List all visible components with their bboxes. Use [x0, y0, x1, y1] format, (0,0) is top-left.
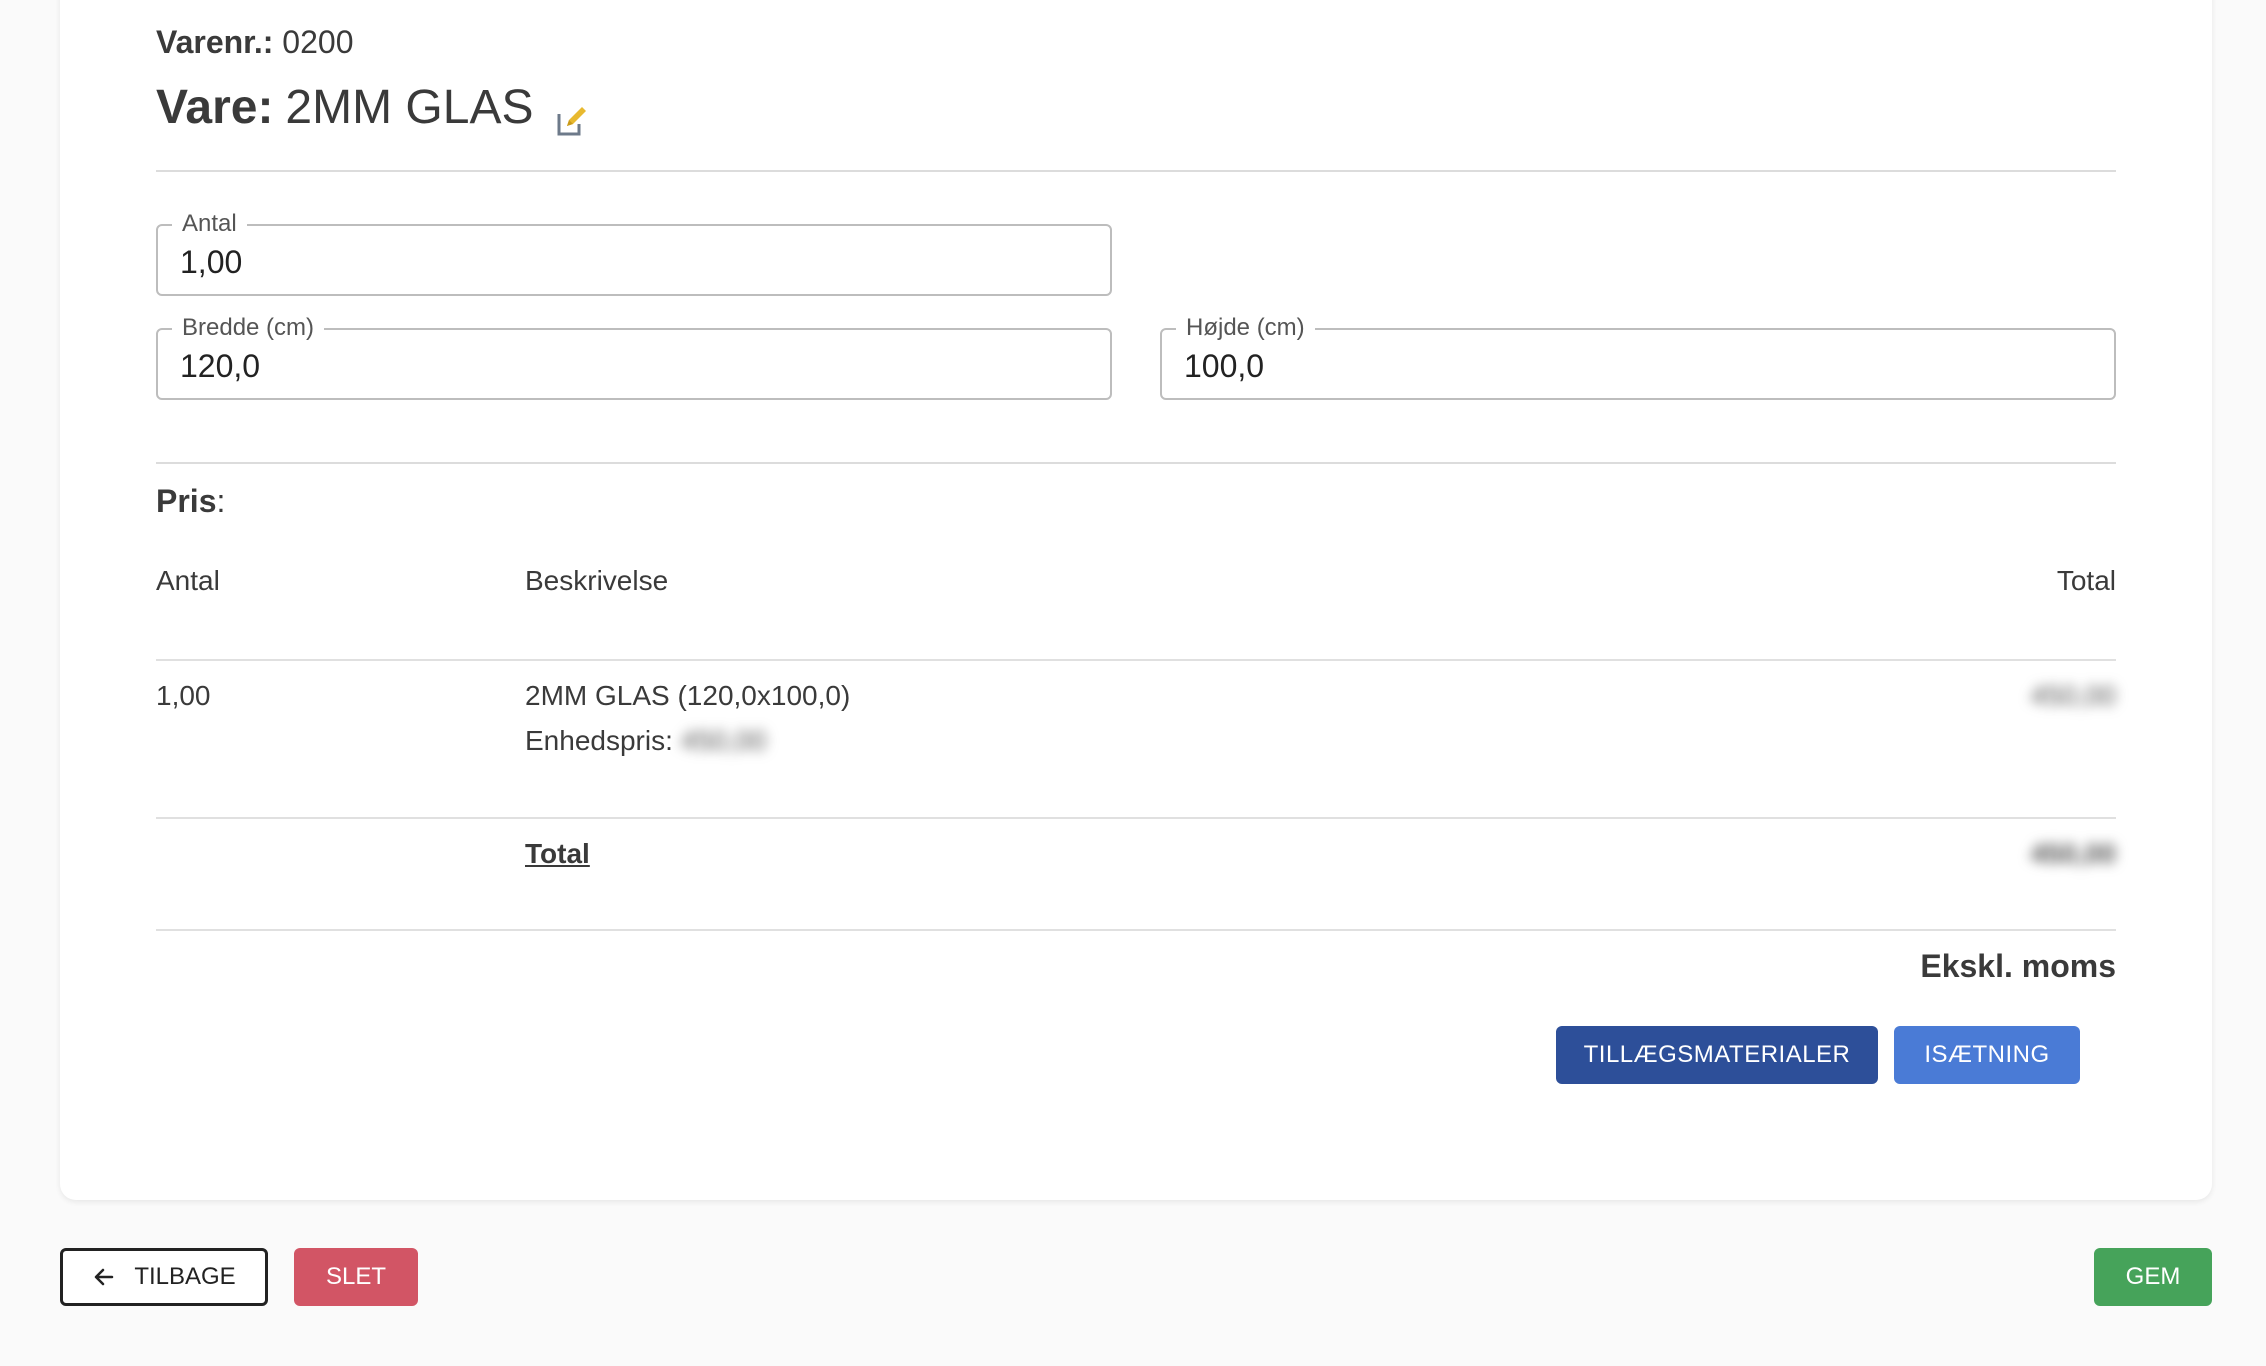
- antal-input[interactable]: [180, 244, 1037, 281]
- antal-field[interactable]: Antal: [156, 210, 1112, 296]
- divider: [156, 462, 2116, 464]
- bredde-field-label: Bredde (cm): [172, 314, 325, 342]
- hojde-field-label: Højde (cm): [1176, 314, 1315, 342]
- price-title-label: Pris: [156, 483, 217, 519]
- divider: [156, 170, 2116, 172]
- divider: [156, 659, 2116, 661]
- price-title-colon: :: [216, 483, 226, 519]
- divider: [156, 929, 2116, 931]
- row-total: 450,00: [2030, 680, 2116, 711]
- item-number: Varenr.: 0200: [156, 24, 353, 61]
- enhedspris-value: 450,00: [680, 725, 767, 756]
- bredde-input[interactable]: [180, 348, 1037, 385]
- hojde-input[interactable]: [1184, 348, 2041, 385]
- installation-button[interactable]: ISÆTNING: [1894, 1026, 2080, 1084]
- delete-button[interactable]: SLET: [294, 1248, 418, 1306]
- arrow-left-icon: [92, 1265, 116, 1289]
- pencil-edit-icon[interactable]: [555, 95, 589, 135]
- item-number-label: Varenr.:: [156, 24, 274, 60]
- enhedspris-label: Enhedspris:: [525, 725, 673, 756]
- row-beskrivelse: 2MM GLAS (120,0x100,0): [525, 680, 851, 711]
- item-title-label: Vare:: [156, 81, 274, 134]
- column-header-antal: Antal: [156, 565, 220, 596]
- column-header-total: Total: [2056, 565, 2116, 596]
- back-button-label: TILBAGE: [134, 1263, 236, 1290]
- antal-field-label: Antal: [172, 210, 247, 238]
- column-header-beskrivelse: Beskrivelse: [525, 565, 669, 596]
- item-title-value: 2MM GLAS: [285, 81, 534, 134]
- bredde-field[interactable]: Bredde (cm): [156, 314, 1112, 400]
- item-title: Vare: 2MM GLAS: [156, 80, 589, 135]
- vat-note: Ekskl. moms: [1920, 948, 2116, 984]
- item-card: Varenr.: 0200 Vare: 2MM GLAS Antal Bredd…: [60, 0, 2212, 1200]
- total-value: 450,00: [2030, 838, 2116, 869]
- item-number-value: 0200: [282, 24, 354, 60]
- back-button[interactable]: TILBAGE: [60, 1248, 268, 1306]
- divider: [156, 817, 2116, 819]
- additional-materials-button[interactable]: TILLÆGSMATERIALER: [1556, 1026, 1878, 1084]
- hojde-field[interactable]: Højde (cm): [1160, 314, 2116, 400]
- total-link[interactable]: Total: [525, 838, 590, 870]
- price-section-title: Pris:: [156, 483, 225, 520]
- row-antal: 1,00: [156, 680, 211, 711]
- item-card-content: Varenr.: 0200 Vare: 2MM GLAS Antal Bredd…: [156, 0, 2116, 1200]
- save-button[interactable]: GEM: [2094, 1248, 2212, 1306]
- row-enhedspris: Enhedspris: 450,00: [525, 725, 766, 757]
